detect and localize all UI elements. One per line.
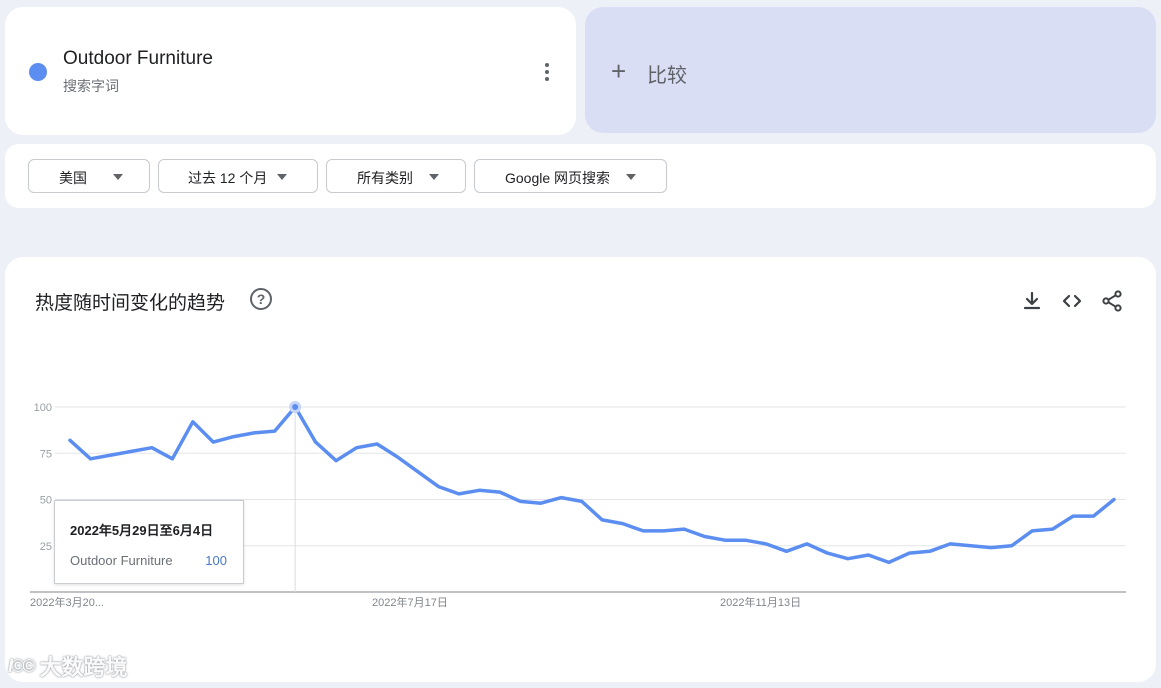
data-point[interactable] [825, 551, 829, 555]
data-point[interactable] [866, 553, 870, 557]
data-point[interactable] [273, 429, 277, 433]
search-type-filter[interactable]: Google 网页搜索 [474, 159, 667, 193]
tooltip-date: 2022年5月29日至6月4日 [70, 523, 214, 538]
data-point[interactable] [170, 457, 174, 461]
region-filter[interactable]: 美国 [28, 159, 150, 193]
data-point[interactable] [641, 529, 645, 533]
data-point[interactable] [846, 557, 850, 561]
data-point[interactable] [498, 490, 502, 494]
series-color-dot [29, 63, 47, 81]
data-point[interactable] [1010, 544, 1014, 548]
x-tick-label: 2022年3月20... [30, 595, 104, 609]
data-point[interactable] [109, 453, 113, 457]
data-point[interactable] [682, 527, 686, 531]
data-point[interactable] [887, 560, 891, 564]
data-point[interactable] [621, 522, 625, 526]
filter-bar: 美国 过去 12 个月 所有类别 Google 网页搜索 [5, 144, 1156, 208]
search-term-name[interactable]: Outdoor Furniture [63, 48, 213, 70]
y-tick-label: 50 [40, 495, 52, 507]
data-point[interactable] [518, 499, 522, 503]
chevron-down-icon [277, 174, 287, 180]
x-tick-label: 2022年11月13日 [720, 595, 801, 609]
highlighted-data-point[interactable] [289, 401, 302, 413]
tooltip-value: 100 [205, 553, 227, 568]
more-options-icon[interactable] [535, 57, 559, 87]
data-point[interactable] [252, 431, 256, 435]
trend-line-chart: 25 50 75 100 2022年3月20... 2022年7月17日 2022年11月1… [30, 401, 1126, 609]
data-point[interactable] [477, 488, 481, 492]
watermark-text: 大数跨境 [39, 655, 128, 680]
data-point[interactable] [539, 501, 543, 505]
data-point[interactable] [88, 457, 92, 461]
watermark-logo: I©© [8, 655, 35, 676]
data-point[interactable] [1071, 514, 1075, 518]
data-point[interactable] [211, 440, 215, 444]
data-point[interactable] [805, 542, 809, 546]
region-filter-label: 美国 [59, 170, 87, 186]
plus-icon: + [611, 56, 627, 86]
chart-tooltip: 2022年5月29日至6月4日 Outdoor Furniture 100 [54, 500, 244, 584]
data-point[interactable] [68, 438, 72, 442]
data-point[interactable] [355, 446, 359, 450]
data-point[interactable] [1030, 529, 1034, 533]
data-point[interactable] [416, 470, 420, 474]
y-tick-label: 25 [40, 541, 52, 553]
chevron-down-icon [113, 174, 123, 180]
chevron-down-icon [626, 174, 636, 180]
data-point[interactable] [334, 459, 338, 463]
data-point[interactable] [396, 455, 400, 459]
x-tick-label: 2022年7月17日 [372, 595, 448, 609]
tooltip-term: Outdoor Furniture [70, 553, 173, 568]
data-point[interactable] [928, 549, 932, 553]
data-point[interactable] [907, 551, 911, 555]
data-point[interactable] [436, 485, 440, 489]
time-filter-label: 过去 12 个月 [188, 170, 268, 186]
data-point[interactable] [232, 435, 236, 439]
compare-label: 比较 [647, 65, 687, 87]
data-point[interactable] [191, 420, 195, 424]
time-filter[interactable]: 过去 12 个月 [158, 159, 318, 193]
data-point[interactable] [375, 442, 379, 446]
data-point[interactable] [764, 542, 768, 546]
data-point[interactable] [989, 546, 993, 550]
data-point[interactable] [600, 518, 604, 522]
data-point[interactable] [457, 492, 461, 496]
data-point[interactable] [969, 544, 973, 548]
data-point[interactable] [559, 496, 563, 500]
data-point[interactable] [723, 538, 727, 542]
data-point[interactable] [1092, 514, 1096, 518]
chevron-down-icon [429, 174, 439, 180]
data-point[interactable] [314, 440, 318, 444]
search-type-filter-label: Google 网页搜索 [505, 170, 611, 186]
y-tick-label: 75 [40, 448, 52, 460]
data-point[interactable] [129, 449, 133, 453]
data-point[interactable] [1112, 498, 1116, 502]
interest-over-time-card: 热度随时间变化的趋势 ? 25 50 75 100 2022年3月20... 2022年7… [5, 257, 1156, 682]
category-filter[interactable]: 所有类别 [326, 159, 466, 193]
data-point[interactable] [1051, 527, 1055, 531]
data-point[interactable] [662, 529, 666, 533]
search-term-type: 搜索字词 [63, 78, 119, 94]
search-term-card: Outdoor Furniture 搜索字词 [5, 7, 576, 135]
watermark: I©© 大数跨境 [8, 650, 128, 682]
data-point[interactable] [580, 499, 584, 503]
data-point[interactable] [703, 535, 707, 539]
category-filter-label: 所有类别 [357, 170, 413, 186]
y-tick-label: 100 [34, 402, 52, 414]
data-point[interactable] [744, 538, 748, 542]
data-point[interactable] [150, 446, 154, 450]
data-point[interactable] [784, 549, 788, 553]
compare-button[interactable]: + 比较 [585, 7, 1156, 133]
data-point[interactable] [948, 542, 952, 546]
